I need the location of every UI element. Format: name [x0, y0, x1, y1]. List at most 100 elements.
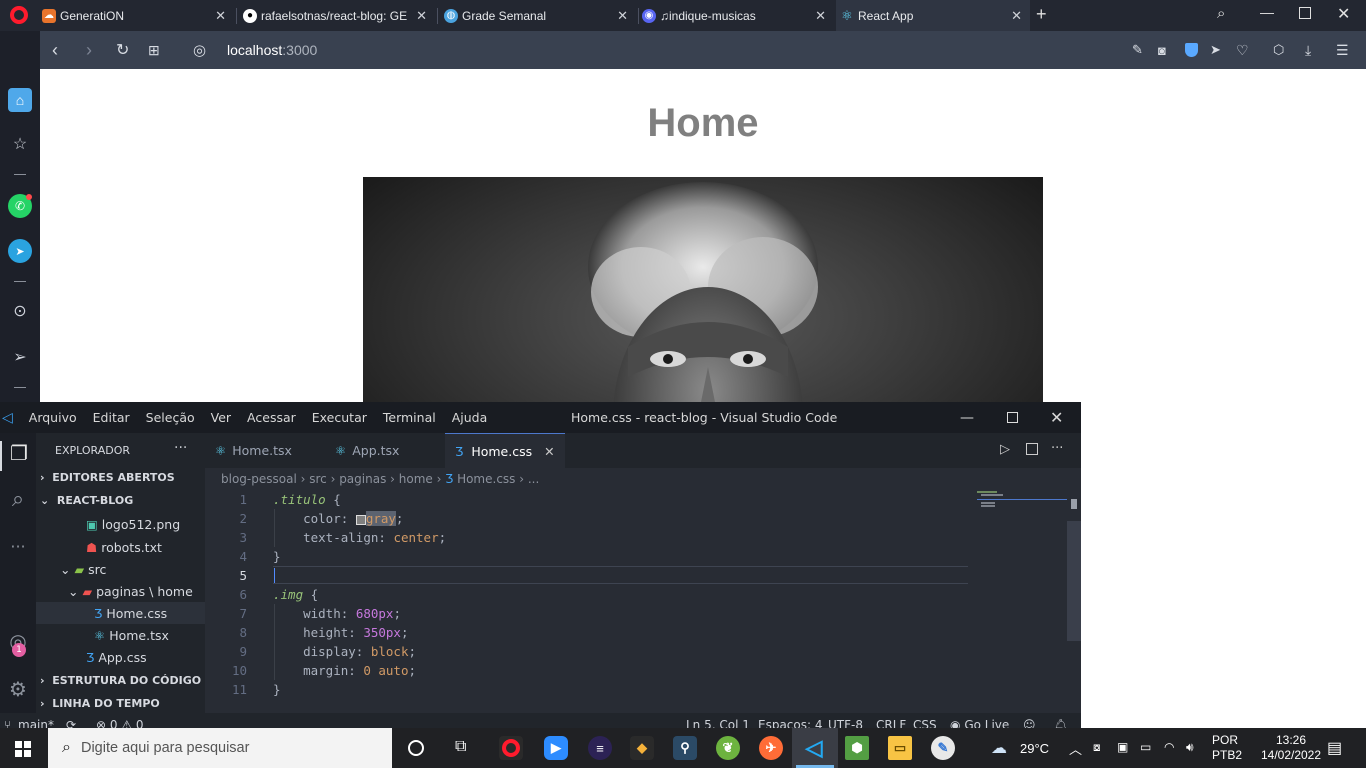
minimize-button[interactable]: — — [1260, 4, 1274, 20]
flow-icon[interactable]: ➢ — [8, 345, 32, 369]
edit-icon[interactable]: ✎ — [1132, 42, 1143, 58]
cube-icon[interactable]: ⬡ — [1273, 42, 1284, 58]
section-open-editors[interactable]: › EDITORES ABERTOS — [40, 471, 175, 484]
section-outline[interactable]: › ESTRUTURA DO CÓDIGO — [40, 674, 201, 687]
menu-selecao[interactable]: Seleção — [146, 410, 195, 425]
search-tabs-icon[interactable]: ⌕ — [1217, 5, 1225, 22]
url-field[interactable]: localhost:3000 — [227, 42, 317, 58]
explorer-more-icon[interactable]: ··· — [174, 440, 187, 456]
send-icon[interactable]: ➤ — [1210, 42, 1221, 58]
explorer-icon[interactable]: ❐ — [0, 441, 36, 471]
color-swatch-icon[interactable] — [355, 514, 366, 525]
zoom-taskbar-icon[interactable]: ▶ — [544, 736, 568, 760]
speed-dial-icon[interactable]: ⊞ — [148, 42, 160, 59]
clock[interactable]: 13:26 14/02/2022 — [1260, 733, 1322, 763]
tree-folder-paginas-home[interactable]: ⌄ ▰ paginas \ home — [68, 584, 193, 599]
reload-icon[interactable]: ↻ — [116, 40, 129, 60]
tab-home-css[interactable]: Ʒ Home.css ✕ — [445, 433, 565, 468]
volume-icon[interactable]: 🔊︎ — [1186, 740, 1194, 755]
close-icon[interactable]: ✕ — [215, 8, 226, 24]
shield-icon[interactable] — [1185, 43, 1198, 57]
telegram-icon[interactable]: ➤ — [8, 239, 32, 263]
home-icon[interactable]: ⌂ — [8, 88, 32, 112]
menu-terminal[interactable]: Terminal — [383, 410, 436, 425]
taskbar-search-input[interactable]: ⌕ Digite aqui para pesquisar — [48, 728, 392, 768]
react-file-icon: ⚛ — [215, 443, 227, 458]
tree-item-robots[interactable]: ☗ robots.txt — [86, 540, 162, 555]
tab-home-tsx[interactable]: ⚛ Home.tsx — [205, 433, 325, 468]
tree-folder-src[interactable]: ⌄ ▰ src — [60, 562, 106, 577]
close-tab-icon[interactable]: ✕ — [544, 444, 554, 459]
tree-item-app-css[interactable]: Ʒ App.css — [86, 650, 147, 665]
tree-item-home-tsx[interactable]: ⚛ Home.tsx — [94, 628, 169, 643]
postman-taskbar-icon[interactable]: ✈ — [759, 736, 783, 760]
menu-ver[interactable]: Ver — [211, 410, 231, 425]
menu-acessar[interactable]: Acessar — [247, 410, 296, 425]
wifi-icon[interactable]: ◠ — [1164, 740, 1174, 754]
nodejs-taskbar-icon[interactable]: ⬢ — [845, 736, 869, 760]
eclipse-taskbar-icon[interactable]: ≡ — [588, 736, 612, 760]
scrollbar-thumb[interactable] — [1071, 499, 1077, 509]
bookmarks-icon[interactable]: ☆ — [8, 132, 32, 156]
scrollbar[interactable] — [1067, 521, 1081, 641]
spring-taskbar-icon[interactable]: ❦ — [716, 736, 740, 760]
vscode-taskbar-icon[interactable]: ◁ — [802, 735, 826, 760]
opera-logo-icon[interactable] — [10, 6, 28, 24]
code-editor[interactable]: 1 2 3 4 5 6 7 8 9 10 11 .titulo { color:… — [205, 490, 1081, 710]
show-hidden-icons[interactable]: ︿ — [1069, 739, 1082, 758]
battery-icon[interactable]: ▭ — [1140, 740, 1151, 754]
camera-icon[interactable]: ◙ — [1158, 43, 1166, 58]
close-icon[interactable]: ✕ — [1011, 8, 1022, 24]
tree-item-home-css-label[interactable]: Ʒ Home.css — [94, 606, 167, 621]
menu-editar[interactable]: Editar — [93, 410, 130, 425]
windows-start-icon[interactable] — [15, 741, 31, 757]
section-react-blog[interactable]: ⌄ REACT-BLOG — [40, 494, 133, 507]
git-taskbar-icon[interactable]: ◆ — [630, 736, 654, 760]
task-view-icon[interactable]: ⧉ — [455, 738, 466, 756]
weather-temp[interactable]: 29°C — [1020, 741, 1049, 756]
system-tray-icon[interactable]: ▣ — [1117, 740, 1128, 754]
close-window-button[interactable]: ✕ — [1337, 4, 1350, 24]
minimize-button[interactable]: — — [960, 410, 974, 426]
meet-now-icon[interactable]: ⧇ — [1093, 740, 1101, 755]
tab-generation[interactable]: ☁ GeneratiON ✕ — [42, 0, 234, 31]
forward-icon[interactable]: › — [86, 40, 92, 61]
download-icon[interactable]: ⤓ — [1305, 42, 1311, 59]
search-icon[interactable]: ⌕ — [0, 487, 36, 512]
editor-more-icon[interactable]: ··· — [1051, 441, 1063, 456]
minimap[interactable] — [977, 490, 1067, 530]
tab-react-app[interactable]: ⚛ React App ✕ — [836, 0, 1030, 31]
close-icon[interactable]: ✕ — [416, 8, 427, 24]
player-icon[interactable]: ⊙ — [8, 299, 32, 323]
menu-icon[interactable]: ☰ — [1336, 42, 1349, 59]
language-indicator[interactable]: POR PTB2 — [1212, 733, 1242, 763]
maximize-button[interactable] — [1007, 412, 1018, 423]
paint-taskbar-icon[interactable]: ✎ — [931, 736, 955, 760]
file-explorer-taskbar-icon[interactable]: ▭ — [888, 736, 912, 760]
menu-executar[interactable]: Executar — [312, 410, 367, 425]
section-timeline[interactable]: › LINHA DO TEMPO — [40, 697, 160, 710]
opera-taskbar-icon[interactable] — [499, 736, 523, 760]
new-tab-button[interactable]: + — [1036, 4, 1047, 25]
menu-ajuda[interactable]: Ajuda — [452, 410, 488, 425]
tab-github[interactable]: ● rafaelsotnas/react-blog: GE ✕ — [243, 0, 435, 31]
action-center-icon[interactable]: ▤ — [1327, 738, 1342, 758]
restore-button[interactable] — [1299, 7, 1311, 19]
more-icon[interactable]: ··· — [0, 537, 36, 556]
close-icon[interactable]: ✕ — [815, 8, 826, 24]
heart-icon[interactable]: ♡ — [1236, 42, 1249, 59]
cortana-icon[interactable] — [408, 740, 424, 756]
tab-grade-semanal[interactable]: ◍ Grade Semanal ✕ — [444, 0, 636, 31]
close-window-button[interactable]: ✕ — [1050, 408, 1063, 427]
settings-gear-icon[interactable]: ⚙ — [0, 677, 36, 701]
split-editor-icon[interactable] — [1026, 443, 1038, 455]
close-icon[interactable]: ✕ — [617, 8, 628, 24]
menu-arquivo[interactable]: Arquivo — [29, 410, 77, 425]
tab-discord[interactable]: ◉ ♫indique-musicas ✕ — [642, 0, 834, 31]
tab-app-tsx[interactable]: ⚛ App.tsx — [325, 433, 445, 468]
weather-icon[interactable]: ☁ — [991, 738, 1007, 758]
run-icon[interactable]: ▷ — [1000, 442, 1010, 457]
tree-item-logo512[interactable]: ▣ logo512.png — [86, 517, 180, 532]
mysql-taskbar-icon[interactable]: ⚲ — [673, 736, 697, 760]
back-icon[interactable]: ‹ — [52, 40, 58, 61]
